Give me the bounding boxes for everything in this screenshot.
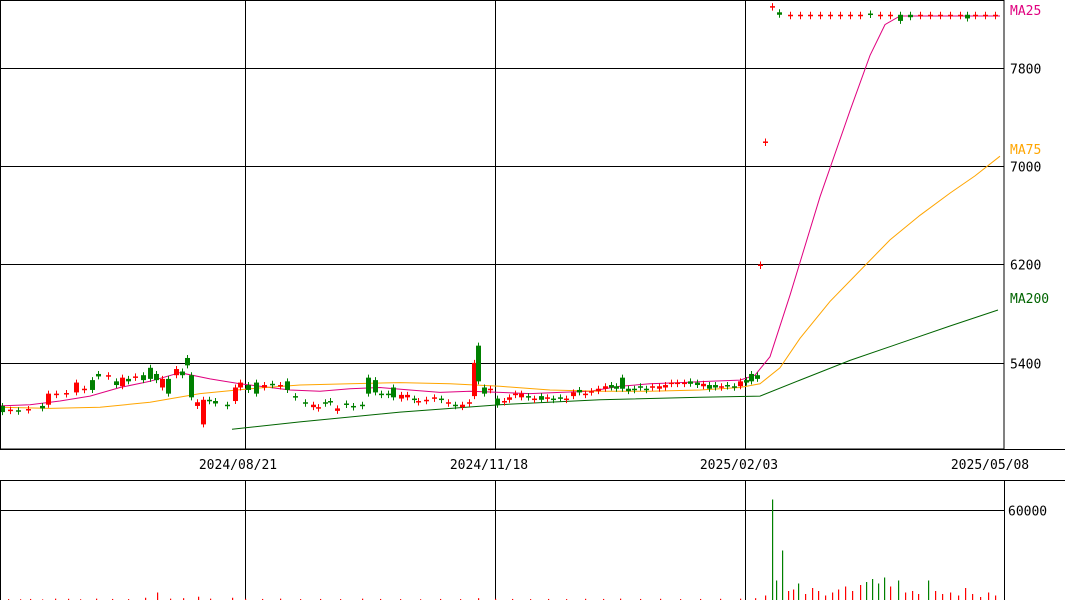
volume-tick-label: 60000 bbox=[1008, 505, 1047, 520]
volume-bar bbox=[972, 594, 974, 600]
volume-bar bbox=[898, 580, 900, 600]
x-tick-label: 2025/02/03 bbox=[700, 458, 778, 473]
stock-chart: 5400 6200 7000 7800 60000 2024/08/21 2024/11/1… bbox=[0, 0, 1065, 601]
volume-bar bbox=[878, 583, 880, 600]
price-panel-frame bbox=[0, 0, 1005, 450]
volume-bar bbox=[995, 595, 997, 600]
chart-canvas: 5400 6200 7000 7800 60000 2024/08/21 2024/11/1… bbox=[0, 0, 1065, 601]
volume-bar bbox=[825, 595, 827, 600]
volume-bar bbox=[798, 583, 800, 600]
volume-bar bbox=[958, 595, 960, 600]
y-tick-label: 6200 bbox=[1010, 259, 1041, 274]
volume-bar bbox=[832, 592, 834, 600]
volume-bar bbox=[935, 591, 937, 600]
x-tick-label: 2024/08/21 bbox=[199, 458, 277, 473]
volume-bar bbox=[928, 580, 930, 600]
volume-bar bbox=[884, 577, 886, 600]
volume-bar bbox=[157, 592, 159, 600]
axis-labels: 5400 6200 7000 7800 60000 2024/08/21 2024/11/1… bbox=[199, 4, 1049, 520]
y-tick-label: 7000 bbox=[1010, 161, 1041, 176]
volume-bar bbox=[805, 594, 807, 600]
volume-bar bbox=[950, 592, 952, 600]
ma-line-ma25 bbox=[0, 15, 1000, 407]
volume-bar bbox=[818, 591, 820, 600]
volume-bar bbox=[942, 594, 944, 600]
volume-bar bbox=[793, 589, 795, 600]
volume-bar bbox=[866, 582, 868, 600]
volume-bar bbox=[965, 588, 967, 600]
volume-bar bbox=[772, 499, 774, 600]
volume-bar bbox=[765, 595, 767, 600]
x-tick-label: 2025/05/08 bbox=[951, 458, 1029, 473]
volume-bar bbox=[988, 592, 990, 600]
ma-line-ma200 bbox=[231, 309, 999, 430]
grid-lines bbox=[0, 0, 1004, 600]
volume-bar bbox=[852, 591, 854, 600]
volume-bar bbox=[872, 579, 874, 600]
volume-bar bbox=[788, 591, 790, 600]
volume-bar bbox=[918, 594, 920, 600]
y-tick-label: 7800 bbox=[1010, 63, 1041, 78]
y-tick-label: 5400 bbox=[1010, 358, 1041, 373]
volume-bar bbox=[838, 589, 840, 600]
ma-label-ma75: MA75 bbox=[1010, 143, 1041, 158]
ma-label-ma200: MA200 bbox=[1010, 292, 1049, 307]
volume-bar bbox=[905, 592, 907, 600]
volume-bar bbox=[860, 585, 862, 600]
volume-bar bbox=[782, 550, 784, 600]
volume-bars bbox=[8, 499, 997, 601]
volume-bar bbox=[845, 586, 847, 600]
volume-bar bbox=[890, 586, 892, 600]
volume-bar bbox=[812, 588, 814, 600]
volume-bar bbox=[912, 591, 914, 600]
volume-bar bbox=[776, 580, 778, 600]
x-tick-label: 2024/11/18 bbox=[450, 458, 528, 473]
ma-label-ma25: MA25 bbox=[1010, 4, 1041, 19]
